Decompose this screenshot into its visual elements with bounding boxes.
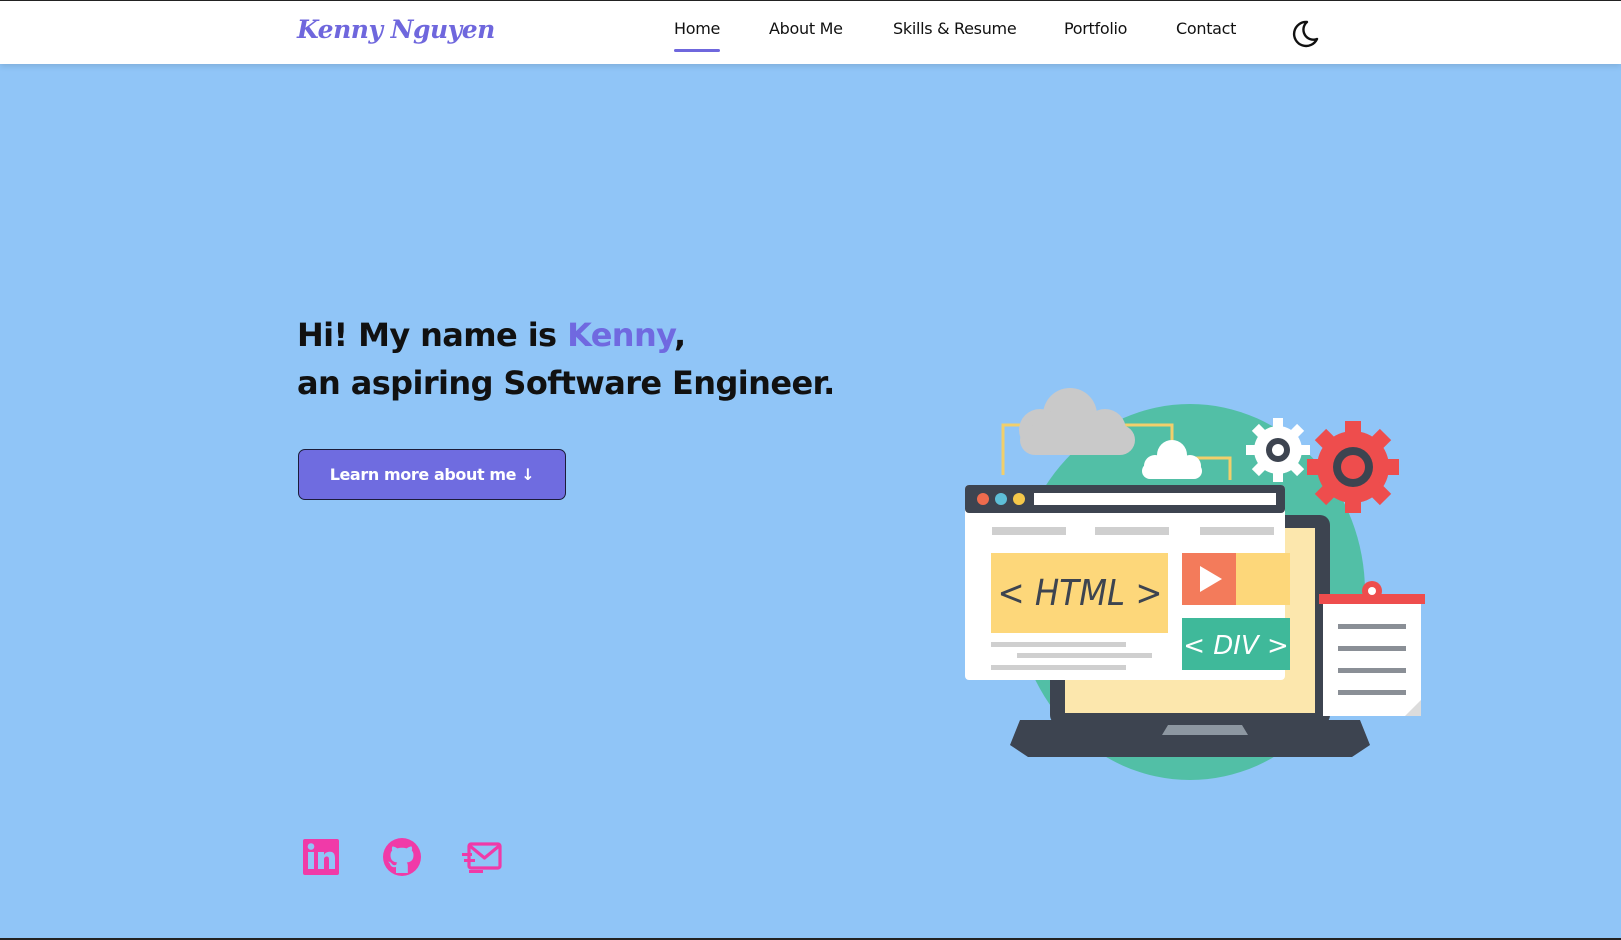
div-tag-label: < DIV > <box>1183 631 1289 661</box>
hero-greeting: Hi! My name is <box>297 316 568 354</box>
hero-comma: , <box>673 316 686 354</box>
nav-about-me[interactable]: About Me <box>769 19 843 38</box>
site-header: Kenny Nguyen Home About Me Skills & Resu… <box>0 0 1621 64</box>
nav-home[interactable]: Home <box>674 19 720 52</box>
site-logo[interactable]: Kenny Nguyen <box>297 15 495 44</box>
nav-contact[interactable]: Contact <box>1176 19 1236 38</box>
developer-laptop-illustration: < HTML > < DIV > <box>960 380 1430 800</box>
hero-heading-line1: Hi! My name is Kenny, <box>297 316 686 354</box>
nav-skills-resume[interactable]: Skills & Resume <box>893 19 1017 38</box>
hero-name: Kenny <box>567 316 674 354</box>
github-icon[interactable] <box>381 836 423 878</box>
moon-icon[interactable] <box>1288 17 1322 51</box>
linkedin-icon[interactable] <box>300 836 342 878</box>
html-tag-label: < HTML > <box>998 573 1163 614</box>
learn-more-button[interactable]: Learn more about me ↓ <box>298 449 566 500</box>
nav-portfolio[interactable]: Portfolio <box>1064 19 1127 38</box>
email-icon[interactable] <box>460 836 502 878</box>
hero-heading-line2: an aspiring Software Engineer. <box>297 364 835 402</box>
